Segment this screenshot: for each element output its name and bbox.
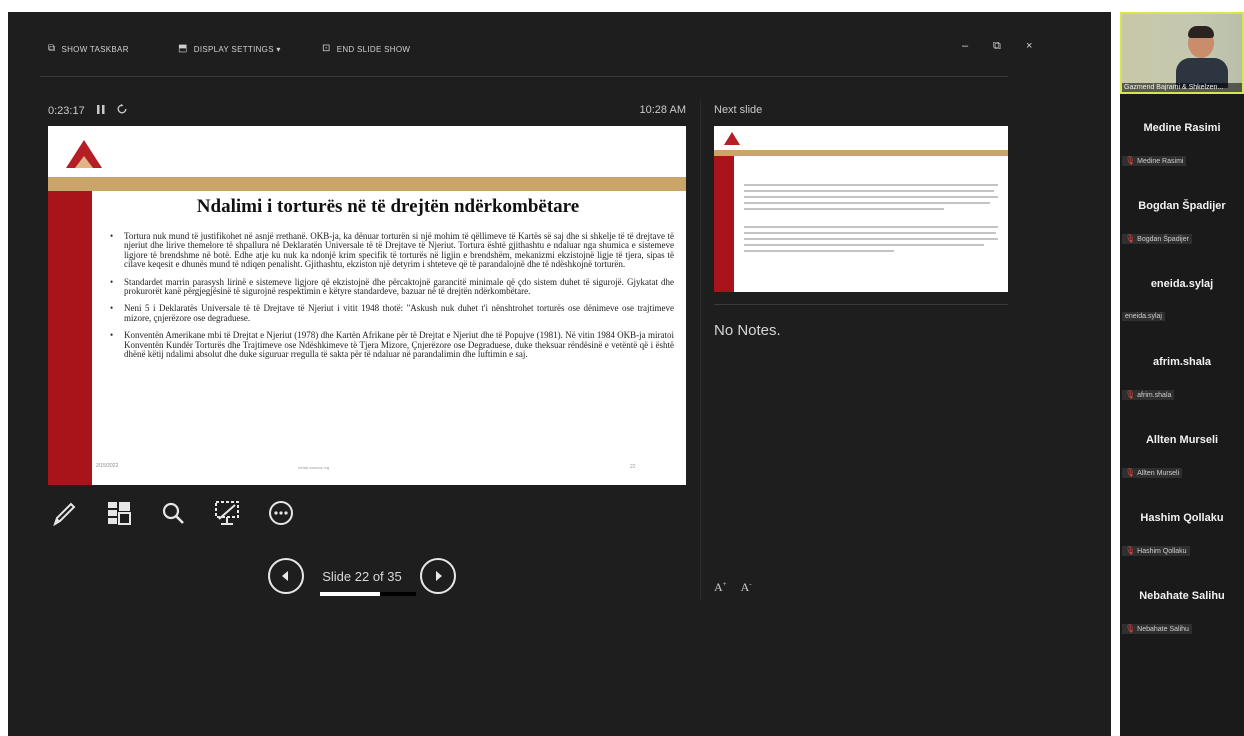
- more-options-icon[interactable]: [264, 496, 298, 530]
- display-settings-label: DISPLAY SETTINGS ▾: [193, 44, 281, 54]
- next-slide-text-line: [744, 244, 984, 246]
- restart-timer-icon[interactable]: [117, 104, 127, 117]
- speaker-notes[interactable]: No Notes.: [714, 322, 781, 339]
- display-settings-icon: ⬒: [178, 43, 188, 54]
- speaker-name: Gazmend Bajrami & Shkelzen...: [1122, 83, 1242, 92]
- slide-bullet: Neni 5 i Deklaratës Universale të të Dre…: [108, 304, 674, 323]
- slide-progress-fill: [320, 592, 381, 596]
- slide-logo-inner: [75, 156, 93, 168]
- participant-label: 🎙 afrim.shala: [1122, 390, 1175, 400]
- speaker-hair: [1188, 26, 1214, 38]
- participant-label: 🎙 Nebahate Salihu: [1122, 624, 1192, 634]
- next-slide-text-line: [744, 232, 996, 234]
- next-slide-text-line: [744, 226, 998, 228]
- zoom-icon[interactable]: [156, 496, 190, 530]
- slide-gold-band: [48, 177, 686, 191]
- participant-tile[interactable]: Bogdan Špadijer 🎙 Bogdan Špadijer: [1120, 172, 1244, 250]
- muted-mic-icon: 🎙: [1125, 468, 1136, 477]
- black-screen-icon[interactable]: [210, 496, 244, 530]
- participant-name: Medine Rasimi: [1143, 122, 1221, 134]
- taskbar-icon: ⧉: [48, 43, 56, 54]
- participant-label: 🎙 Bogdan Špadijer: [1122, 234, 1192, 244]
- participant-tile[interactable]: Allten Murseli 🎙 Allten Murseli: [1120, 406, 1244, 484]
- previous-slide-button[interactable]: [268, 558, 304, 594]
- toolbar-divider: [40, 76, 1008, 77]
- panel-divider[interactable]: [700, 100, 701, 600]
- next-slide-button[interactable]: [420, 558, 456, 594]
- participant-tile[interactable]: Hashim Qollaku 🎙 Hashim Qollaku: [1120, 484, 1244, 562]
- participant-name: Nebahate Salihu: [1139, 590, 1225, 602]
- slide-progress-bar: [320, 592, 416, 596]
- slide-number: 22: [630, 464, 636, 470]
- next-slide-text-line: [744, 202, 990, 204]
- next-slide-text-line: [744, 196, 998, 198]
- participant-name: Hashim Qollaku: [1140, 512, 1224, 524]
- participant-name: Bogdan Špadijer: [1138, 200, 1226, 212]
- next-slide-text-line: [744, 184, 998, 186]
- decrease-font-button[interactable]: A-: [741, 580, 752, 595]
- next-slide-text-line: [744, 208, 944, 210]
- next-slide-text-line: [744, 250, 894, 252]
- timer-bar: 0:23:17: [48, 104, 127, 117]
- presenter-toolbar: [8, 12, 1111, 72]
- end-slide-show-label: END SLIDE SHOW: [336, 44, 411, 54]
- slide-bullet: Standardet marrin parasysh lirinë e sist…: [108, 277, 674, 297]
- muted-mic-icon: 🎙: [1125, 234, 1136, 243]
- muted-mic-icon: 🎙: [1125, 546, 1136, 555]
- previous-arrow-icon: [282, 571, 288, 581]
- current-slide[interactable]: Ndalimi i torturës në të drejtën ndërkom…: [48, 126, 686, 485]
- display-settings-button[interactable]: ⬒ DISPLAY SETTINGS ▾: [178, 42, 281, 56]
- participant-label: 🎙 Medine Rasimi: [1122, 156, 1187, 166]
- participant-tile[interactable]: Medine Rasimi 🎙 Medine Rasimi: [1120, 94, 1244, 172]
- slide-bullet: Tortura nuk mund të justifikohet në asnj…: [108, 231, 674, 270]
- increase-font-button[interactable]: A+: [714, 580, 727, 595]
- see-all-slides-icon[interactable]: [102, 496, 136, 530]
- pause-timer-icon[interactable]: [96, 104, 105, 117]
- slide-red-band: [48, 191, 92, 485]
- slide-bullet: Konventën Amerikane mbi të Drejtat e Nje…: [108, 331, 674, 359]
- end-slide-show-button[interactable]: ⊡ END SLIDE SHOW: [322, 42, 410, 56]
- participant-name: Allten Murseli: [1145, 434, 1219, 446]
- active-speaker-video[interactable]: Gazmend Bajrami & Shkelzen...: [1120, 12, 1244, 94]
- minimize-button[interactable]: –: [962, 40, 968, 52]
- next-slide-logo: [724, 132, 740, 145]
- next-slide-red-band: [714, 156, 734, 292]
- slide-footer: rehab-kosova.org: [298, 465, 330, 470]
- participant-name: eneida.sylaj: [1150, 278, 1214, 290]
- show-taskbar-label: SHOW TASKBAR: [61, 44, 129, 54]
- slide-bullet-list: Tortura nuk mund të justifikohet në asnj…: [108, 231, 674, 367]
- participant-tile[interactable]: afrim.shala 🎙 afrim.shala: [1120, 328, 1244, 406]
- end-show-icon: ⊡: [322, 43, 331, 54]
- restore-button[interactable]: ⧉: [993, 40, 1001, 53]
- elapsed-time: 0:23:17: [48, 104, 85, 117]
- pen-icon[interactable]: [48, 496, 82, 530]
- notes-font-controls: A+ A-: [714, 580, 752, 595]
- next-slide-label: Next slide: [714, 104, 763, 116]
- participant-label: eneida.sylaj: [1122, 312, 1165, 321]
- next-slide-preview[interactable]: [714, 126, 1008, 292]
- notes-divider: [714, 304, 1008, 305]
- slide-counter[interactable]: Slide 22 of 35: [314, 569, 410, 584]
- presenter-tools: [48, 496, 298, 530]
- muted-mic-icon: 🎙: [1125, 156, 1136, 165]
- participant-tile[interactable]: eneida.sylaj eneida.sylaj: [1120, 250, 1244, 328]
- muted-mic-icon: 🎙: [1125, 624, 1136, 633]
- close-button[interactable]: ×: [1026, 40, 1032, 52]
- slide-date: 2/15/2022: [96, 463, 119, 469]
- next-slide-text-line: [744, 238, 998, 240]
- muted-mic-icon: 🎙: [1125, 390, 1136, 399]
- participant-label: 🎙 Allten Murseli: [1122, 468, 1183, 478]
- participant-label: 🎙 Hashim Qollaku: [1122, 546, 1190, 556]
- clock: 10:28 AM: [639, 104, 686, 116]
- next-arrow-icon: [436, 571, 442, 581]
- slide-navigation: Slide 22 of 35: [268, 558, 456, 594]
- next-slide-gold-band: [714, 150, 1008, 156]
- next-slide-text-line: [744, 190, 994, 192]
- participant-name: afrim.shala: [1152, 356, 1212, 368]
- participant-tile[interactable]: Nebahate Salihu 🎙 Nebahate Salihu: [1120, 562, 1244, 640]
- slide-title: Ndalimi i torturës në të drejtën ndërkom…: [196, 196, 580, 217]
- show-taskbar-button[interactable]: ⧉ SHOW TASKBAR: [48, 42, 129, 56]
